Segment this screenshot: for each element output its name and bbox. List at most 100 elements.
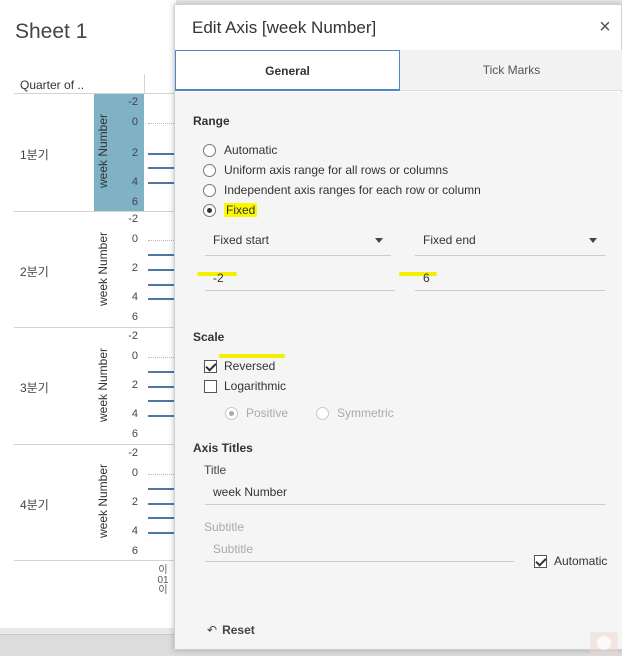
subtitle-input[interactable]: Subtitle — [205, 538, 514, 562]
tick-label: 4 — [131, 176, 138, 188]
checkbox-label: Automatic — [554, 554, 608, 568]
radio-label: Symmetric — [337, 406, 394, 420]
reversed-option[interactable]: Reversed — [204, 358, 275, 374]
checkbox-checked[interactable] — [204, 359, 217, 373]
pane-divider — [14, 560, 176, 561]
tick-label: 2 — [131, 147, 138, 159]
header-divider — [144, 74, 145, 94]
bar-mark[interactable] — [148, 254, 176, 256]
axis-titles-heading: Axis Titles — [193, 441, 253, 455]
range-heading: Range — [193, 114, 230, 128]
subtitle-automatic-option[interactable]: Automatic — [534, 553, 607, 569]
radio-label: Independent axis ranges for each row or … — [224, 183, 481, 197]
bar-mark[interactable] — [148, 503, 176, 505]
chevron-down-icon — [375, 238, 383, 243]
subtitle-label: Subtitle — [204, 520, 245, 534]
radio-button[interactable] — [203, 183, 216, 197]
column-header-quarter[interactable]: Quarter of .. — [20, 78, 84, 92]
bar-mark[interactable] — [148, 182, 176, 184]
tick-label: 6 — [131, 545, 138, 557]
bar-mark[interactable] — [148, 167, 176, 169]
bar-mark[interactable] — [148, 371, 176, 373]
tick-label: 4 — [131, 291, 138, 303]
close-icon[interactable]: × — [595, 17, 615, 37]
reset-label: Reset — [222, 623, 255, 637]
fixed-start-input[interactable]: -2 — [205, 267, 395, 291]
logarithmic-option[interactable]: Logarithmic — [204, 378, 286, 394]
title-label: Title — [204, 463, 227, 477]
radio-button-disabled — [316, 406, 329, 420]
dialog-body: Range Automatic Uniform axis range for a… — [175, 92, 622, 649]
radio-button-checked[interactable] — [203, 203, 216, 217]
bar-mark[interactable] — [148, 298, 176, 300]
positive-option: Positive — [225, 405, 288, 421]
range-independent-option[interactable]: Independent axis ranges for each row or … — [203, 182, 481, 198]
tick-label: 2 — [131, 496, 138, 508]
edit-axis-dialog: Edit Axis [week Number] × General Tick M… — [174, 4, 622, 650]
range-automatic-option[interactable]: Automatic — [203, 142, 277, 158]
quarter-label: 1분기 — [20, 148, 49, 162]
checkbox[interactable] — [204, 379, 217, 393]
fixed-end-dropdown[interactable]: Fixed end — [415, 228, 605, 256]
quarter-label: 4분기 — [20, 498, 49, 512]
range-fixed-option[interactable]: Fixed — [203, 202, 258, 218]
tick-label: 0 — [131, 350, 138, 362]
tick-label: 4 — [131, 408, 138, 420]
radio-button[interactable] — [203, 163, 216, 177]
zero-line — [148, 123, 176, 124]
checkbox-checked[interactable] — [534, 554, 547, 568]
tick-label: 0 — [131, 116, 138, 128]
bar-mark[interactable] — [148, 517, 176, 519]
checkbox-label: Logarithmic — [224, 379, 287, 393]
fixed-start-dropdown[interactable]: Fixed start — [205, 228, 391, 256]
tick-label: 0 — [131, 233, 138, 245]
tab-tick-marks[interactable]: Tick Marks — [400, 50, 622, 91]
tick-label: 2 — [131, 262, 138, 274]
tick-label: 6 — [131, 196, 138, 208]
bar-mark[interactable] — [148, 386, 176, 388]
scale-heading: Scale — [193, 330, 225, 344]
bar-mark[interactable] — [148, 532, 176, 534]
tick-label: 2 — [131, 379, 138, 391]
bar-mark[interactable] — [148, 488, 176, 490]
dialog-title: Edit Axis [week Number] — [192, 18, 377, 37]
bar-mark[interactable] — [148, 269, 176, 271]
tick-label: 0 — [131, 467, 138, 479]
tab-bar: General Tick Marks — [175, 50, 622, 91]
dropdown-value: Fixed start — [213, 233, 270, 247]
bar-mark[interactable] — [148, 415, 176, 417]
pane-divider — [14, 444, 176, 445]
quarter-label: 3분기 — [20, 381, 49, 395]
radio-button-disabled — [225, 406, 238, 420]
bar-mark[interactable] — [148, 153, 176, 155]
tick-label: 4 — [131, 525, 138, 537]
tick-label: -2 — [128, 96, 138, 108]
sheet-title: Sheet 1 — [15, 20, 88, 43]
symmetric-option: Symmetric — [316, 405, 394, 421]
radio-label: Uniform axis range for all rows or colum… — [224, 163, 449, 177]
radio-label: Positive — [246, 406, 289, 420]
tick-label: -2 — [128, 330, 138, 342]
tick-label: -2 — [128, 447, 138, 459]
worksheet-canvas: Sheet 1 Quarter of .. 1분기 week Number -2… — [0, 0, 176, 628]
tick-label: 6 — [131, 428, 138, 440]
chevron-down-icon — [589, 238, 597, 243]
radio-label: Automatic — [224, 143, 278, 157]
fixed-end-input[interactable]: 6 — [415, 267, 605, 291]
bar-mark[interactable] — [148, 400, 176, 402]
tick-label: -2 — [128, 213, 138, 225]
checkbox-label: Reversed — [224, 359, 276, 373]
range-uniform-option[interactable]: Uniform axis range for all rows or colum… — [203, 162, 448, 178]
watermark-logo — [590, 632, 618, 654]
radio-button[interactable] — [203, 143, 216, 157]
pane-divider — [14, 327, 176, 328]
tab-general[interactable]: General — [175, 50, 400, 91]
bar-mark[interactable] — [148, 284, 176, 286]
zero-line — [148, 240, 176, 241]
quarter-label: 2분기 — [20, 265, 49, 279]
bottom-axis-label: 이 01 이 — [157, 565, 169, 596]
zero-line — [148, 474, 176, 475]
zero-line — [148, 357, 176, 358]
reset-button[interactable]: ↶ Reset — [207, 623, 255, 637]
title-input[interactable]: week Number — [205, 481, 605, 505]
